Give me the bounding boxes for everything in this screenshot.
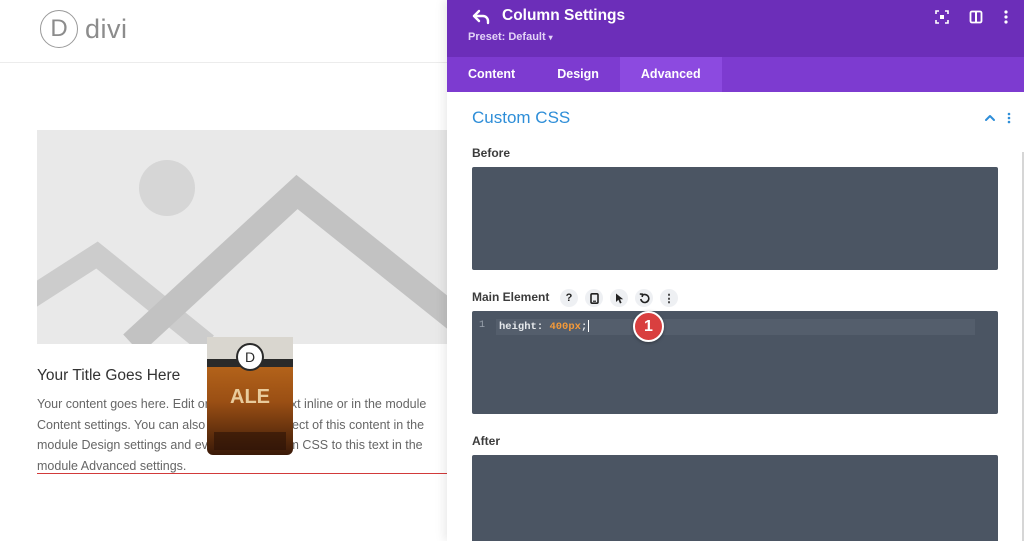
line-number: 1 xyxy=(479,320,486,331)
header-divider xyxy=(0,62,447,63)
module-selection-underline xyxy=(37,473,447,474)
before-label: Before xyxy=(472,146,511,160)
code-line: height: 400px; xyxy=(499,319,590,335)
divi-logo-mark: D xyxy=(40,10,78,48)
css-value: 400px xyxy=(549,321,581,333)
hover-cursor-icon[interactable] xyxy=(610,289,628,307)
page-canvas: D divi Your Title Goes Here Your content… xyxy=(0,0,447,541)
main-element-tools: ? ⋮ xyxy=(560,289,678,307)
product-label: ALE xyxy=(230,386,270,408)
css-semicolon: ; xyxy=(580,321,588,333)
css-colon: : xyxy=(536,321,544,333)
main-element-label: Main Element xyxy=(472,290,550,304)
more-vertical-icon[interactable]: ⋮ xyxy=(660,289,678,307)
section-more-icon[interactable] xyxy=(1005,111,1013,125)
preset-dropdown[interactable]: Preset: Default ▾ xyxy=(468,31,553,43)
tab-content[interactable]: Content xyxy=(447,57,536,92)
section-title-custom-css[interactable]: Custom CSS xyxy=(472,108,570,128)
divi-logo[interactable]: D divi xyxy=(40,10,128,48)
tab-advanced[interactable]: Advanced xyxy=(619,57,722,92)
beer-bottle-icon: D ALE xyxy=(207,337,293,455)
reset-icon[interactable] xyxy=(635,289,653,307)
panel-title: Column Settings xyxy=(502,7,626,24)
more-vertical-icon[interactable] xyxy=(998,9,1014,25)
module-title[interactable]: Your Title Goes Here xyxy=(37,367,180,385)
mobile-icon[interactable] xyxy=(585,289,603,307)
main-element-css-editor[interactable]: 1 height: 400px; xyxy=(472,311,998,414)
text-cursor xyxy=(588,320,590,333)
step-number-badge: 1 xyxy=(633,311,664,342)
caret-down-icon: ▾ xyxy=(548,33,553,42)
help-icon[interactable]: ? xyxy=(560,289,578,307)
product-mark: D xyxy=(245,349,255,365)
column-settings-panel: Column Settings Preset: Default ▾ Content… xyxy=(447,0,1024,541)
tab-design[interactable]: Design xyxy=(536,57,620,92)
preset-label: Preset: Default xyxy=(468,31,546,43)
after-label: After xyxy=(472,434,501,448)
mountain-placeholder-icon xyxy=(37,130,447,344)
panel-header: Column Settings Preset: Default ▾ xyxy=(447,0,1024,57)
css-property: height xyxy=(499,321,537,333)
divi-logo-text: divi xyxy=(85,13,128,44)
back-icon[interactable] xyxy=(471,7,491,27)
before-css-editor[interactable] xyxy=(472,167,998,270)
after-css-editor[interactable] xyxy=(472,455,998,541)
image-placeholder[interactable] xyxy=(37,130,447,344)
settings-tabs: Content Design Advanced xyxy=(447,57,1024,92)
sidebar-layout-icon[interactable] xyxy=(968,9,984,25)
expand-icon[interactable] xyxy=(934,9,950,25)
dragged-product-image[interactable]: D ALE xyxy=(206,337,294,455)
chevron-up-icon[interactable] xyxy=(983,111,997,125)
